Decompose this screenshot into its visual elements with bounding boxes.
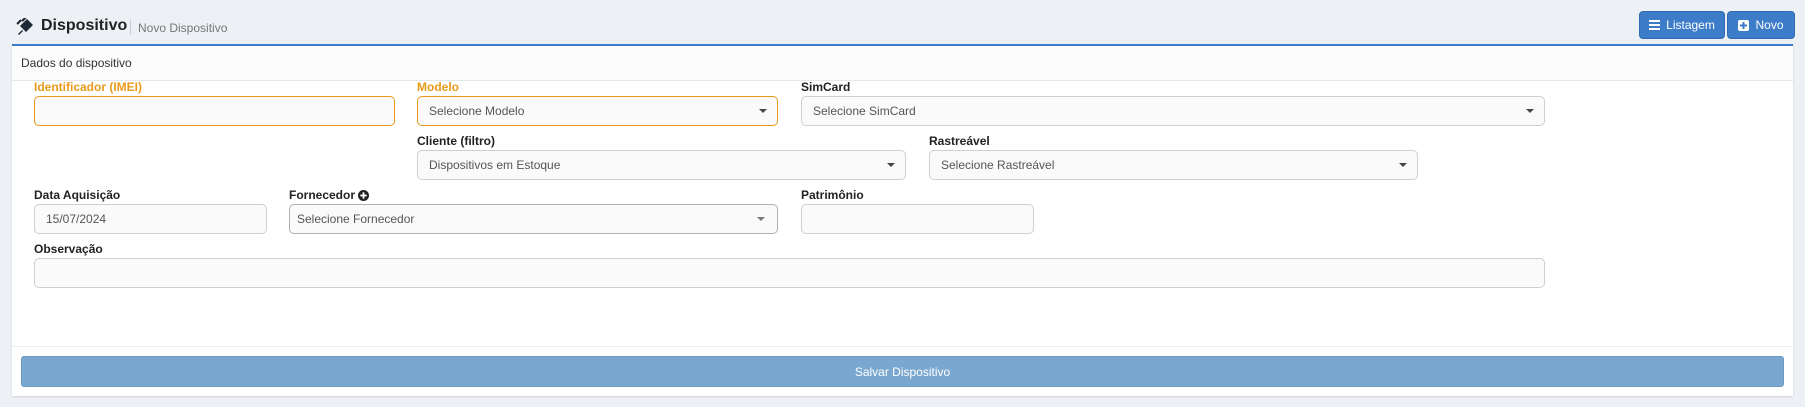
simcard-label: SimCard bbox=[801, 80, 851, 94]
fornecedor-select[interactable]: Selecione Fornecedor bbox=[289, 204, 778, 234]
data-aquisicao-value: 15/07/2024 bbox=[46, 212, 107, 226]
rastreavel-label: Rastreável bbox=[929, 134, 990, 148]
listagem-button[interactable]: Listagem bbox=[1639, 11, 1725, 39]
chevron-down-icon bbox=[759, 109, 767, 113]
observacao-label: Observação bbox=[34, 242, 103, 256]
cliente-value: Dispositivos em Estoque bbox=[429, 158, 561, 172]
card-header: Dados do dispositivo bbox=[12, 46, 1793, 81]
cliente-label: Cliente (filtro) bbox=[417, 134, 495, 148]
plus-circle-icon[interactable] bbox=[358, 190, 370, 201]
plug-icon bbox=[16, 18, 33, 35]
simcard-value: Selecione SimCard bbox=[813, 104, 916, 118]
observacao-input[interactable] bbox=[34, 258, 1545, 288]
chevron-down-icon bbox=[1399, 163, 1407, 167]
patrimonio-input[interactable] bbox=[801, 204, 1034, 234]
listagem-button-label: Listagem bbox=[1666, 18, 1715, 32]
chevron-down-icon bbox=[757, 217, 765, 221]
page-title: Dispositivo bbox=[41, 17, 128, 34]
footer-divider bbox=[12, 346, 1793, 347]
page-subtitle: Novo Dispositivo bbox=[138, 21, 228, 35]
fornecedor-label-text: Fornecedor bbox=[289, 188, 356, 202]
page-header: Dispositivo Novo Dispositivo Listagem No… bbox=[0, 0, 1805, 44]
rastreavel-value: Selecione Rastreável bbox=[941, 158, 1055, 172]
imei-label: Identificador (IMEI) bbox=[34, 80, 142, 94]
cliente-select[interactable]: Dispositivos em Estoque bbox=[417, 150, 906, 180]
salvar-dispositivo-button[interactable]: Salvar Dispositivo bbox=[21, 356, 1784, 387]
chevron-down-icon bbox=[887, 163, 895, 167]
plus-square-icon bbox=[1738, 19, 1750, 31]
patrimonio-label: Patrimônio bbox=[801, 188, 864, 202]
data-aquisicao-input[interactable]: 15/07/2024 bbox=[34, 204, 267, 234]
modelo-select[interactable]: Selecione Modelo bbox=[417, 96, 778, 126]
imei-input[interactable] bbox=[34, 96, 395, 126]
salvar-dispositivo-label: Salvar Dispositivo bbox=[854, 364, 951, 379]
novo-button[interactable]: Novo bbox=[1727, 11, 1795, 39]
title-divider bbox=[130, 20, 131, 35]
rastreavel-select[interactable]: Selecione Rastreável bbox=[929, 150, 1418, 180]
modelo-value: Selecione Modelo bbox=[429, 104, 525, 118]
simcard-select[interactable]: Selecione SimCard bbox=[801, 96, 1545, 126]
bars-icon bbox=[1649, 20, 1661, 30]
modelo-label: Modelo bbox=[417, 80, 459, 94]
device-form-card: Dados do dispositivo Identificador (IMEI… bbox=[12, 44, 1793, 396]
novo-button-label: Novo bbox=[1755, 18, 1784, 32]
chevron-down-icon bbox=[1526, 109, 1534, 113]
fornecedor-label: Fornecedor bbox=[289, 188, 370, 202]
fornecedor-value: Selecione Fornecedor bbox=[297, 212, 415, 226]
data-aquisicao-label: Data Aquisição bbox=[34, 188, 121, 202]
card-title: Dados do dispositivo bbox=[21, 56, 132, 70]
